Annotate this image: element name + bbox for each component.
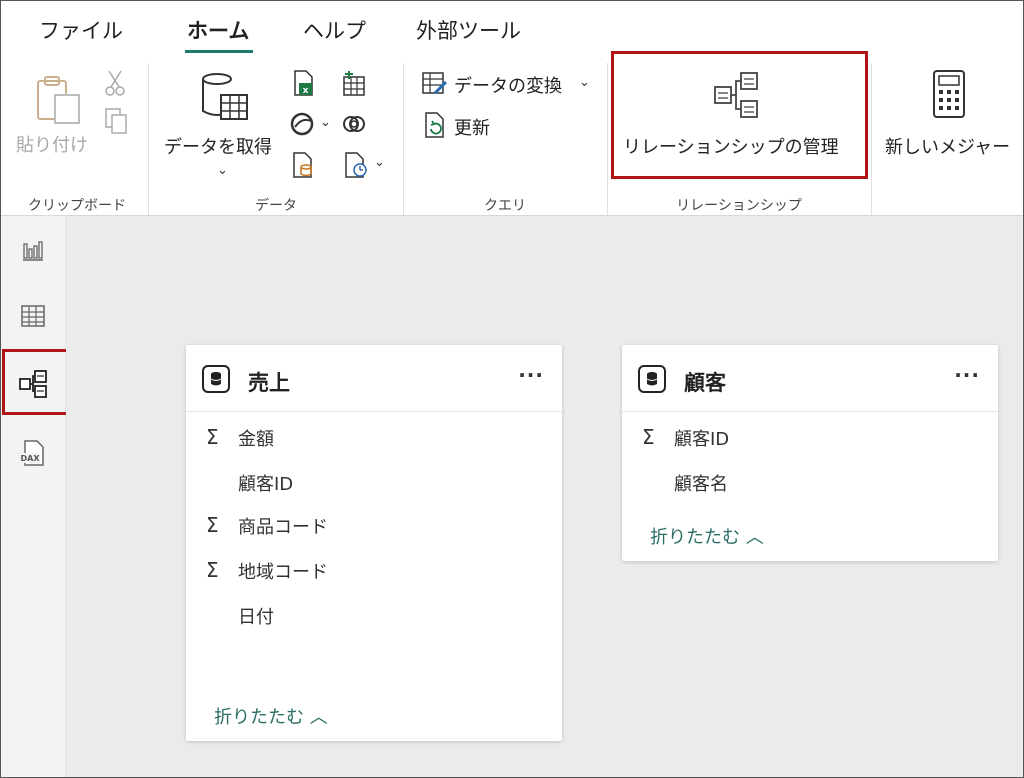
field-name: 地域コード <box>238 562 328 583</box>
paste-icon <box>37 76 80 124</box>
field-name: 顧客名 <box>674 474 728 495</box>
collapse-link[interactable]: 折りたたむ ︿ <box>650 523 764 549</box>
field-name: 商品コード <box>238 517 328 538</box>
tab-home[interactable]: ホーム <box>187 15 249 45</box>
dax-text: DAX <box>21 454 41 463</box>
dataverse-icon[interactable] <box>341 111 369 137</box>
group-divider <box>148 63 149 215</box>
chevron-down-icon: ⌄ <box>217 163 228 178</box>
sigma-icon: Σ <box>206 425 219 449</box>
svg-text:x: x <box>303 86 309 96</box>
table-card-header[interactable]: 売上 ··· <box>186 345 562 412</box>
group-divider <box>607 63 608 215</box>
app-window: ファイル ホーム ヘルプ 外部ツール 貼り付け クリップボード データを取得 ⌄… <box>0 0 1024 778</box>
view-rail: DAX <box>1 216 70 777</box>
tab-help[interactable]: ヘルプ <box>303 15 366 45</box>
sigma-icon: Σ <box>642 425 655 449</box>
refresh-label: 更新 <box>454 118 490 139</box>
transform-data-label: データの変換 <box>454 76 562 97</box>
table-title: 売上 <box>248 371 290 395</box>
sigma-icon: Σ <box>206 558 219 582</box>
table-card-sales[interactable]: 売上 ··· Σ 金額 顧客ID Σ 商品コード Σ 地域コード 日付 折りたた… <box>186 345 562 741</box>
collapse-link[interactable]: 折りたたむ ︿ <box>214 703 328 729</box>
paste-label: 貼り付け <box>16 135 88 156</box>
recent-sources-icon[interactable] <box>343 151 371 179</box>
ribbon: 貼り付け クリップボード データを取得 ⌄ x ⌄ ⌄ データ データの変換 ⌄… <box>1 51 1023 216</box>
data-group-label: データ <box>255 198 297 214</box>
model-canvas[interactable]: 売上 ··· Σ 金額 顧客ID Σ 商品コード Σ 地域コード 日付 折りたた… <box>66 216 1023 777</box>
group-divider <box>403 63 404 215</box>
annotation-highlight-box <box>2 349 70 415</box>
table-icon <box>202 365 230 393</box>
table-card-customers[interactable]: 顧客 ··· Σ 顧客ID 顧客名 折りたたむ ︿ <box>622 345 998 561</box>
table-view-button[interactable] <box>15 298 51 334</box>
field-name: 顧客ID <box>238 474 294 495</box>
transform-data-icon <box>422 72 448 95</box>
chevron-down-icon[interactable]: ⌄ <box>320 115 331 130</box>
get-data-label: データを取得 <box>164 137 272 158</box>
copy-icon[interactable] <box>104 107 130 137</box>
sql-server-icon[interactable] <box>291 151 315 179</box>
table-title: 顧客 <box>684 371 726 395</box>
report-view-icon <box>23 241 43 261</box>
tab-file[interactable]: ファイル <box>39 15 123 45</box>
chevron-down-icon: ⌄ <box>579 75 590 90</box>
active-tab-indicator <box>185 50 253 53</box>
more-options-icon[interactable]: ··· <box>954 363 980 387</box>
field-name: 日付 <box>238 607 274 628</box>
more-options-icon[interactable]: ··· <box>518 363 544 387</box>
relationship-group-label: リレーションシップ <box>676 198 802 214</box>
enter-data-icon[interactable] <box>341 69 369 97</box>
excel-icon[interactable]: x <box>291 69 315 97</box>
chevron-down-icon[interactable]: ⌄ <box>374 155 385 170</box>
cut-icon[interactable] <box>104 69 126 97</box>
dax-query-icon: DAX <box>20 440 44 466</box>
report-view-button[interactable] <box>15 232 51 268</box>
dax-query-view-button[interactable]: DAX <box>15 436 51 472</box>
table-card-header[interactable]: 顧客 ··· <box>622 345 998 412</box>
annotation-highlight-box <box>611 51 868 179</box>
field-name: 金額 <box>238 429 274 450</box>
table-view-icon <box>21 305 45 327</box>
sigma-icon: Σ <box>206 513 219 537</box>
field-name: 顧客ID <box>674 429 730 450</box>
onelake-icon[interactable] <box>289 111 317 137</box>
refresh-icon <box>425 112 444 138</box>
group-divider <box>871 63 872 215</box>
database-icon <box>202 73 248 120</box>
ribbon-tabs: ファイル ホーム ヘルプ 外部ツール <box>1 1 1023 55</box>
new-measure-label: 新しいメジャー <box>885 137 1011 158</box>
clipboard-group-label: クリップボード <box>28 198 126 214</box>
tab-external-tools[interactable]: 外部ツール <box>416 15 521 45</box>
table-icon <box>638 365 666 393</box>
calculator-icon <box>933 70 965 118</box>
query-group-label: クエリ <box>484 198 526 214</box>
